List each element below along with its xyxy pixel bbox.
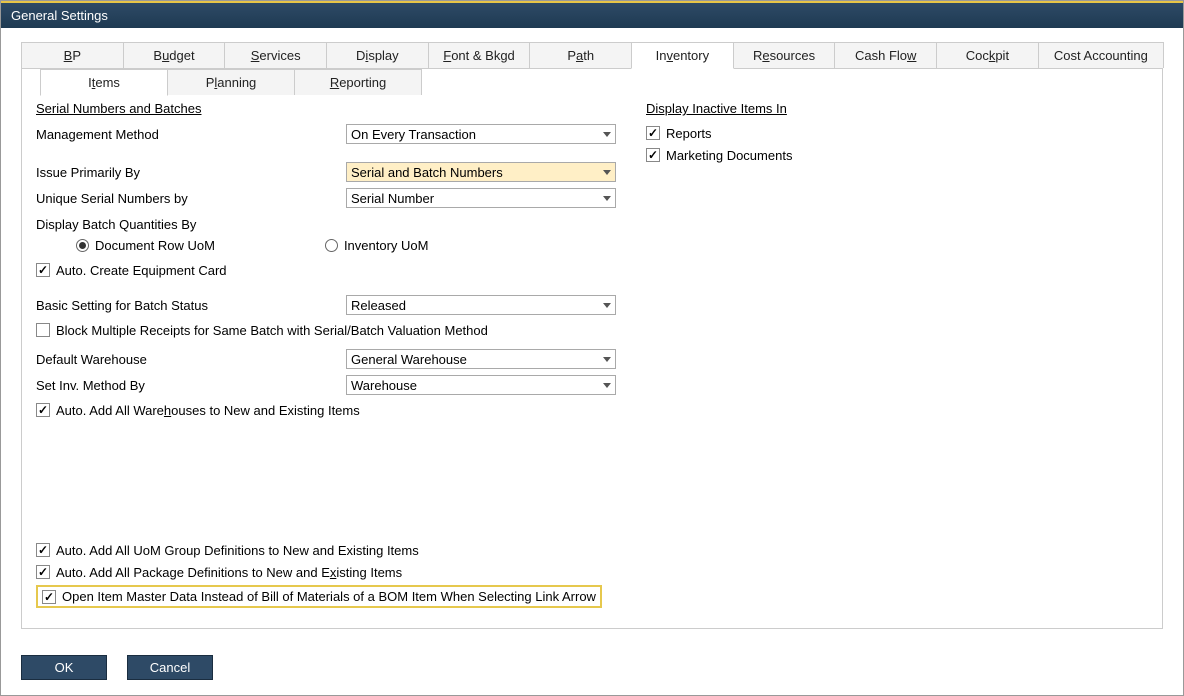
radio-group-batch-qty: Document Row UoM Inventory UoM	[76, 238, 616, 253]
tab-font-bkgd[interactable]: Font & Bkgd	[428, 42, 531, 68]
checkbox-label: Reports	[666, 126, 712, 141]
dropdown-value: Serial and Batch Numbers	[351, 165, 503, 180]
section-serial-batches: Serial Numbers and Batches	[36, 101, 616, 116]
window-title-bar: General Settings	[1, 1, 1183, 28]
tab-budget[interactable]: Budget	[123, 42, 226, 68]
checkbox-label: Block Multiple Receipts for Same Batch w…	[56, 323, 488, 338]
section-display-inactive: Display Inactive Items In	[646, 101, 946, 116]
radio-label: Document Row UoM	[95, 238, 215, 253]
checkbox-block-multiple[interactable]	[36, 323, 50, 337]
radio-inventory-uom[interactable]	[325, 239, 338, 252]
label-default-warehouse: Default Warehouse	[36, 352, 346, 367]
dropdown-value: General Warehouse	[351, 352, 467, 367]
tab-display[interactable]: Display	[326, 42, 429, 68]
dropdown-set-inv-method[interactable]: Warehouse	[346, 375, 616, 395]
cancel-button[interactable]: Cancel	[127, 655, 213, 680]
checkbox-label: Auto. Add All Warehouses to New and Exis…	[56, 403, 360, 418]
radio-document-row-uom[interactable]	[76, 239, 89, 252]
checkbox-open-item-master[interactable]	[42, 590, 56, 604]
checkbox-reports[interactable]	[646, 126, 660, 140]
dropdown-management-method[interactable]: On Every Transaction	[346, 124, 616, 144]
sub-tab-row: Items Planning Reporting	[40, 69, 1134, 95]
checkbox-auto-add-uom[interactable]	[36, 543, 50, 557]
chevron-down-icon	[603, 383, 611, 388]
label-management-method: Management Method	[36, 127, 346, 142]
chevron-down-icon	[603, 170, 611, 175]
tab-cash-flow[interactable]: Cash Flow	[834, 42, 937, 68]
dropdown-issue-primarily[interactable]: Serial and Batch Numbers	[346, 162, 616, 182]
label-display-batch-qty: Display Batch Quantities By	[36, 217, 346, 232]
dropdown-value: Serial Number	[351, 191, 434, 206]
dropdown-value: Released	[351, 298, 406, 313]
label-unique-serial: Unique Serial Numbers by	[36, 191, 346, 206]
checkbox-label: Marketing Documents	[666, 148, 792, 163]
chevron-down-icon	[603, 357, 611, 362]
tab-items[interactable]: Items	[40, 69, 168, 96]
checkbox-marketing-docs[interactable]	[646, 148, 660, 162]
dropdown-default-warehouse[interactable]: General Warehouse	[346, 349, 616, 369]
dropdown-value: Warehouse	[351, 378, 417, 393]
tab-planning[interactable]: Planning	[167, 69, 295, 95]
dropdown-unique-serial[interactable]: Serial Number	[346, 188, 616, 208]
checkbox-auto-equip-card[interactable]	[36, 263, 50, 277]
tab-resources[interactable]: Resources	[733, 42, 836, 68]
chevron-down-icon	[603, 303, 611, 308]
checkbox-auto-add-pkg[interactable]	[36, 565, 50, 579]
radio-label: Inventory UoM	[344, 238, 429, 253]
tab-inventory[interactable]: Inventory	[631, 42, 734, 69]
checkbox-auto-add-warehouses[interactable]	[36, 403, 50, 417]
label-set-inv-method: Set Inv. Method By	[36, 378, 346, 393]
tab-bp[interactable]: BP	[21, 42, 124, 68]
chevron-down-icon	[603, 132, 611, 137]
dropdown-basic-batch-status[interactable]: Released	[346, 295, 616, 315]
window-title: General Settings	[11, 8, 108, 23]
label-issue-primarily: Issue Primarily By	[36, 165, 346, 180]
chevron-down-icon	[603, 196, 611, 201]
label-basic-batch-status: Basic Setting for Batch Status	[36, 298, 346, 313]
main-tab-row: BP Budget Services Display Font & Bkgd P…	[21, 42, 1163, 69]
ok-button[interactable]: OK	[21, 655, 107, 680]
tab-cockpit[interactable]: Cockpit	[936, 42, 1039, 68]
tab-cost-accounting[interactable]: Cost Accounting	[1038, 42, 1164, 68]
tab-path[interactable]: Path	[529, 42, 632, 68]
tab-reporting[interactable]: Reporting	[294, 69, 422, 95]
checkbox-label: Open Item Master Data Instead of Bill of…	[62, 589, 596, 604]
checkbox-label: Auto. Create Equipment Card	[56, 263, 227, 278]
checkbox-label: Auto. Add All Package Definitions to New…	[56, 565, 402, 580]
highlighted-option: Open Item Master Data Instead of Bill of…	[36, 585, 602, 608]
dropdown-value: On Every Transaction	[351, 127, 476, 142]
checkbox-label: Auto. Add All UoM Group Definitions to N…	[56, 543, 419, 558]
button-bar: OK Cancel	[21, 655, 213, 680]
tab-services[interactable]: Services	[224, 42, 327, 68]
